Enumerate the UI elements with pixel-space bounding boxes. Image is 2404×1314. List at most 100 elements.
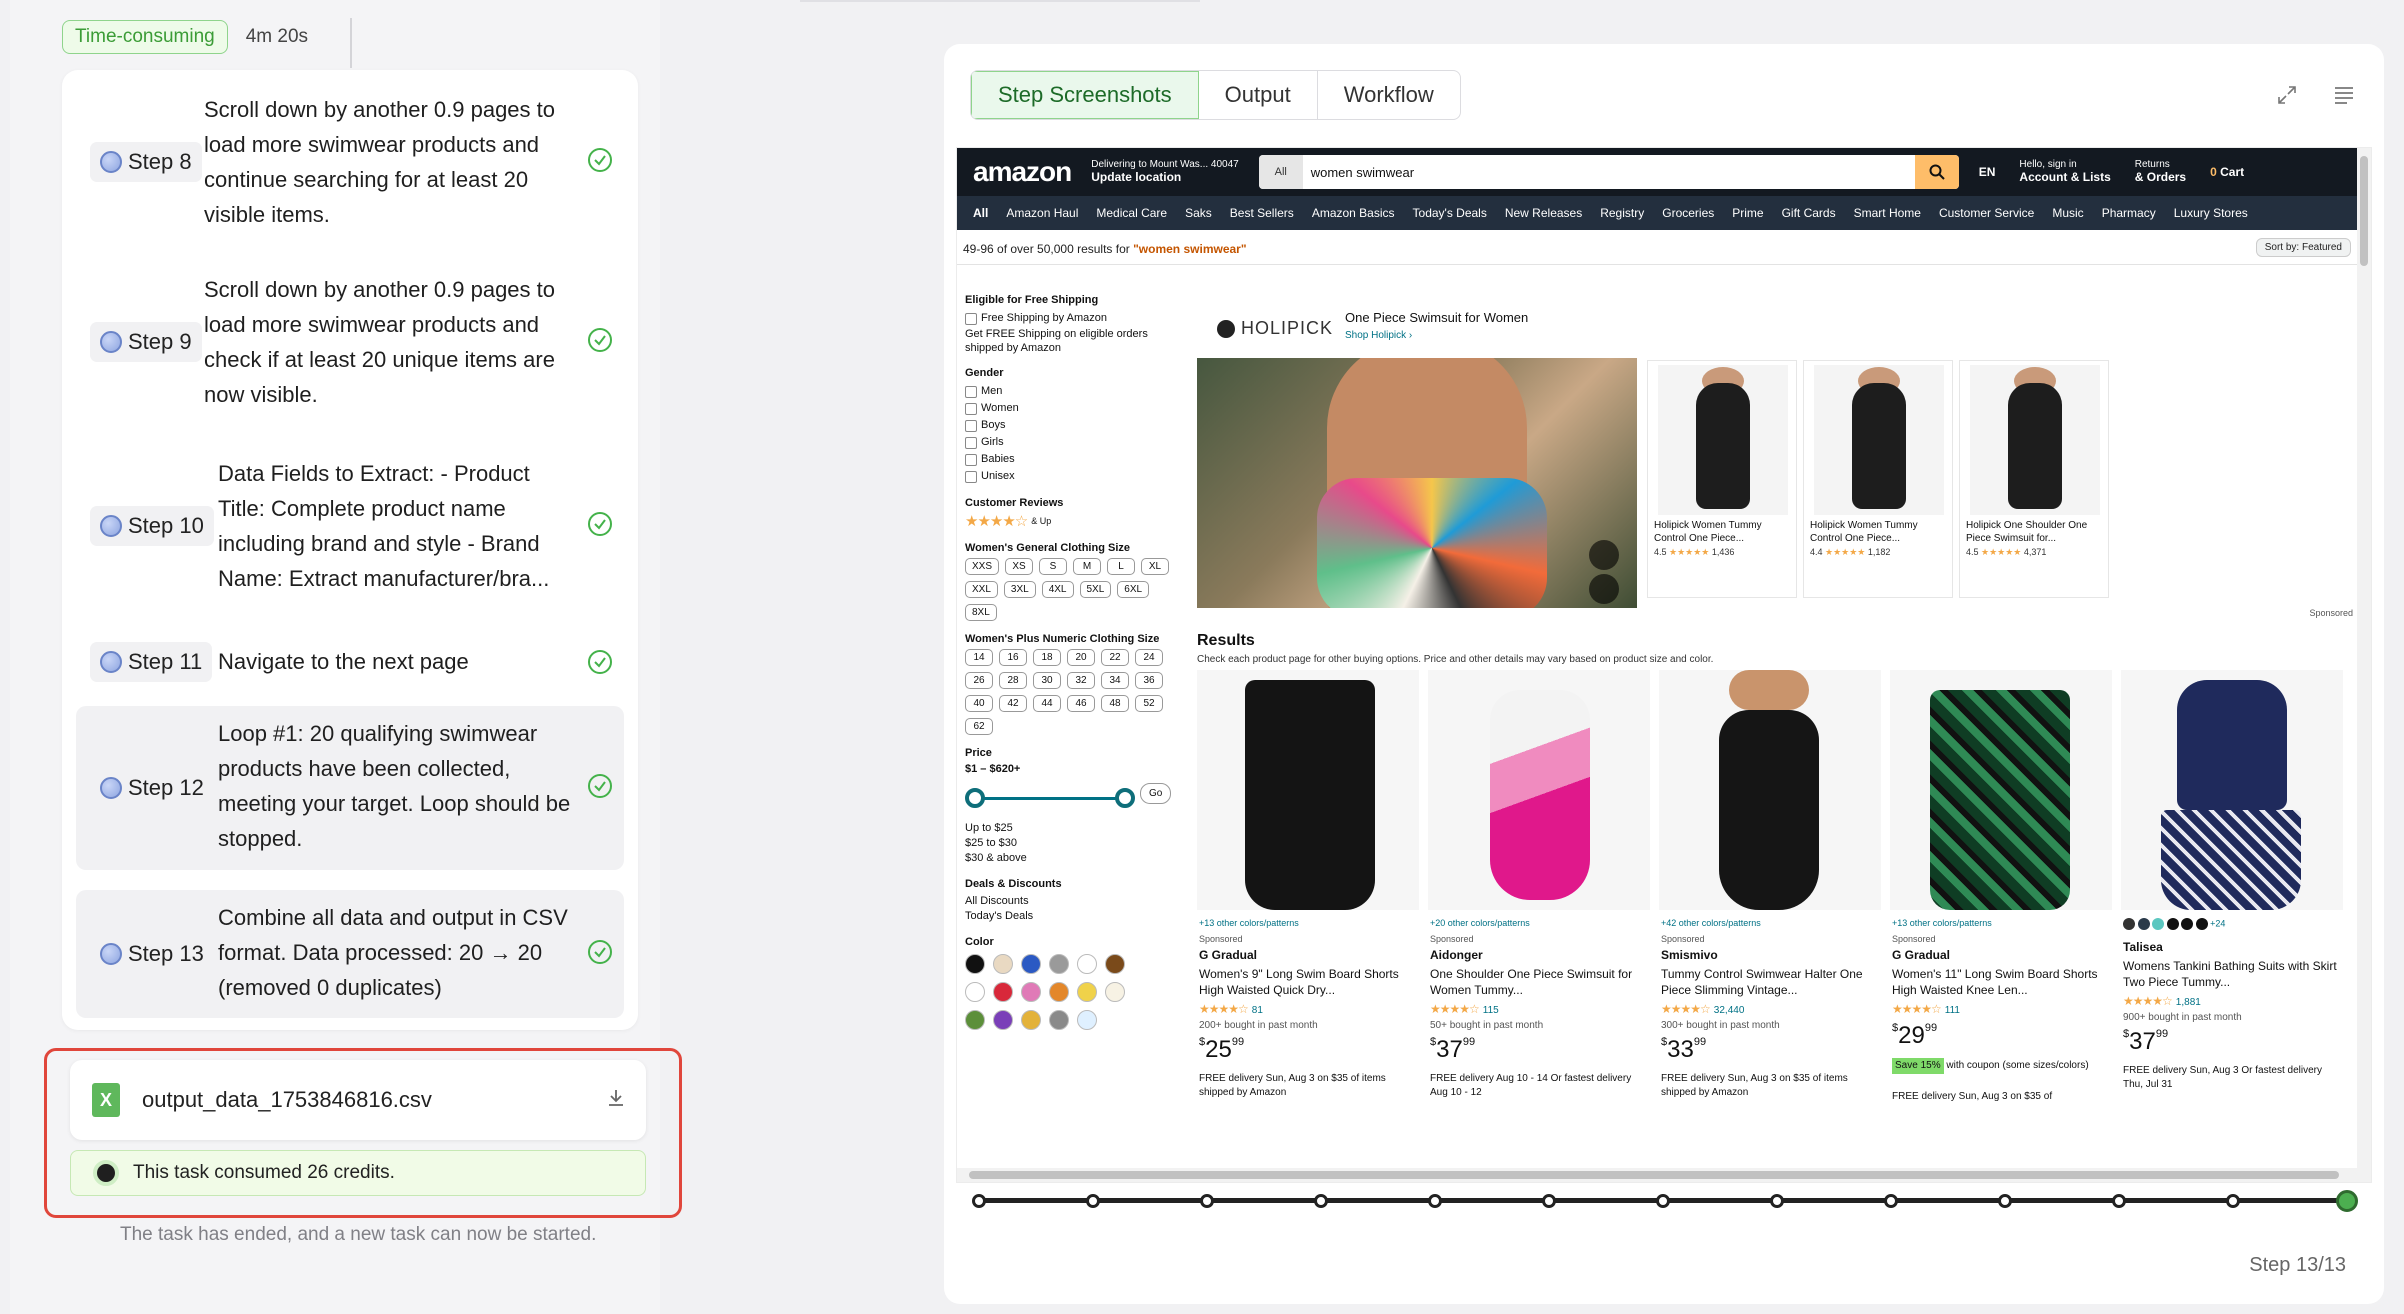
filter-option: Women xyxy=(965,400,1180,417)
globe-icon xyxy=(100,777,122,799)
timeline-node-current[interactable] xyxy=(2336,1190,2358,1212)
bought-count: 300+ bought in past month xyxy=(1661,1020,1780,1031)
cart-icon: 0 Cart xyxy=(2210,166,2244,178)
checkbox-icon xyxy=(965,312,977,325)
color-swatch xyxy=(1049,982,1069,1002)
star-rating-icon: ★★★★☆ 1,881 xyxy=(2123,994,2201,1008)
list-icon[interactable] xyxy=(2332,84,2356,106)
amazon-nav-bar: All Amazon Haul Medical Care Saks Best S… xyxy=(957,196,2359,230)
size-chip: 18 xyxy=(1033,649,1061,666)
slider-track xyxy=(975,797,1125,800)
step-item-12[interactable]: Step 12 Loop #1: 20 qualifying swimwear … xyxy=(76,706,624,870)
globe-icon xyxy=(100,651,122,673)
expand-icon[interactable] xyxy=(2276,84,2298,106)
timeline-node[interactable] xyxy=(1428,1194,1442,1208)
sponsored-label: Sponsored xyxy=(2309,608,2353,618)
product-image xyxy=(2121,670,2343,910)
timeline-node[interactable] xyxy=(1884,1194,1898,1208)
size-chip: 32 xyxy=(1067,672,1095,689)
cart-count: 0 xyxy=(2210,165,2217,179)
tab-workflow[interactable]: Workflow xyxy=(1318,71,1460,119)
step-description: Combine all data and output in CSV forma… xyxy=(218,905,568,1000)
product-card: +24 Talisea Womens Tankini Bathing Suits… xyxy=(2121,670,2343,1182)
step-item-9[interactable]: Step 9 Scroll down by another 0.9 pages … xyxy=(76,264,624,424)
results-subtext: Check each product page for other buying… xyxy=(1197,654,1714,665)
step-item-13[interactable]: Step 13 Combine all data and output in C… xyxy=(76,890,624,1018)
download-icon[interactable] xyxy=(604,1086,628,1110)
timeline-node[interactable] xyxy=(1200,1194,1214,1208)
sponsored-label: Sponsored xyxy=(1661,934,1705,944)
timeline-node[interactable] xyxy=(2226,1194,2240,1208)
tab-output[interactable]: Output xyxy=(1199,71,1318,119)
star-rating-icon: ★★★★☆ 81 xyxy=(1199,1002,1263,1016)
time-consuming-tag: Time-consuming xyxy=(62,20,228,54)
results-heading: Results xyxy=(1197,632,1255,649)
color-swatch xyxy=(993,1010,1013,1030)
step-item-11[interactable]: Step 11 Navigate to the next page xyxy=(76,630,624,694)
vertical-scrollbar xyxy=(2357,148,2371,1182)
step-item-8[interactable]: Step 8 Scroll down by another 0.9 pages … xyxy=(76,80,624,240)
more-colors: +42 other colors/patterns xyxy=(1661,918,1761,928)
sponsored-video xyxy=(1197,358,1637,608)
filter-heading: Customer Reviews xyxy=(965,497,1064,509)
timeline-node[interactable] xyxy=(1086,1194,1100,1208)
sponsored-label: Sponsored xyxy=(1430,934,1474,944)
timeline-node[interactable] xyxy=(1770,1194,1784,1208)
color-swatch xyxy=(1077,954,1097,974)
delivery-info: FREE delivery Sun, Aug 3 on $35 of items… xyxy=(1199,1073,1386,1098)
duration-label: 4m 20s xyxy=(245,26,309,47)
timeline-node[interactable] xyxy=(1998,1194,2012,1208)
swimsuit-shape xyxy=(2008,383,2062,509)
filter-label: Unisex xyxy=(981,470,1015,482)
color-swatch xyxy=(1105,982,1125,1002)
color-swatch xyxy=(965,954,985,974)
color-swatch xyxy=(993,982,1013,1002)
product-title: Holipick Women Tummy Control One Piece..… xyxy=(1654,520,1762,544)
product-brand: Aidonger xyxy=(1430,948,1483,962)
timeline-node[interactable] xyxy=(1542,1194,1556,1208)
color-swatch xyxy=(993,954,1013,974)
task-ended-text: The task has ended, and a new task can n… xyxy=(120,1224,597,1245)
step-label: Step 8 xyxy=(128,149,192,174)
size-chip: XXS xyxy=(965,558,1000,575)
product-title: Womens Tankini Bathing Suits with Skirt … xyxy=(2123,959,2337,989)
nav-item: Pharmacy xyxy=(2101,206,2156,220)
price-cents: 99 xyxy=(1231,1036,1245,1048)
timeline-node[interactable] xyxy=(1656,1194,1670,1208)
filters-sidebar: Eligible for Free Shipping Free Shipping… xyxy=(965,282,1180,1030)
step-badge: Step 13 xyxy=(90,934,214,974)
size-chip: 22 xyxy=(1101,649,1129,666)
file-name[interactable]: output_data_1753846816.csv xyxy=(142,1087,432,1113)
delivery-info: FREE delivery Sun, Aug 3 Or fastest deli… xyxy=(2123,1065,2322,1090)
product-rating: 4.5 ★★★★★ 1,436 xyxy=(1654,547,1734,558)
sponsored-product-card: Holipick Women Tummy Control One Piece..… xyxy=(1803,360,1953,598)
step-description: Data Fields to Extract: - Product Title:… xyxy=(218,461,550,591)
price-whole: 33 xyxy=(1667,1036,1694,1063)
tab-step-screenshots[interactable]: Step Screenshots xyxy=(971,71,1199,119)
steps-list[interactable]: Step 8 Scroll down by another 0.9 pages … xyxy=(62,70,638,1030)
nav-item: Amazon Basics xyxy=(1311,206,1395,220)
step-timeline[interactable] xyxy=(972,1186,2362,1216)
nav-item: Today's Deals xyxy=(1412,206,1487,220)
color-swatch xyxy=(1077,1010,1097,1030)
step-label: Step 10 xyxy=(128,513,204,538)
rating-count: 115 xyxy=(1482,1005,1499,1016)
product-image xyxy=(1197,670,1419,910)
price-whole: 25 xyxy=(1205,1036,1232,1063)
delivery-info: FREE delivery Sun, Aug 3 on $35 of items… xyxy=(1661,1073,1848,1098)
bought-count: 200+ bought in past month xyxy=(1199,1020,1318,1031)
price-slider: Go xyxy=(965,783,1172,813)
timeline-node[interactable] xyxy=(2112,1194,2126,1208)
step-description: Scroll down by another 0.9 pages to load… xyxy=(204,97,556,227)
timeline-node[interactable] xyxy=(972,1194,986,1208)
size-chip: 14 xyxy=(965,649,993,666)
bought-count: 50+ bought in past month xyxy=(1430,1020,1544,1031)
timeline-node[interactable] xyxy=(1314,1194,1328,1208)
step-badge: Step 8 xyxy=(90,142,202,182)
deal-option: Today's Deals xyxy=(965,910,1034,922)
step-item-10[interactable]: Step 10 Data Fields to Extract: - Produc… xyxy=(76,448,624,608)
output-file-card[interactable]: X output_data_1753846816.csv xyxy=(70,1060,646,1140)
filter-heading: Eligible for Free Shipping xyxy=(965,294,1099,306)
size-chip: 62 xyxy=(965,718,993,735)
more-colors: +20 other colors/patterns xyxy=(1430,918,1530,928)
